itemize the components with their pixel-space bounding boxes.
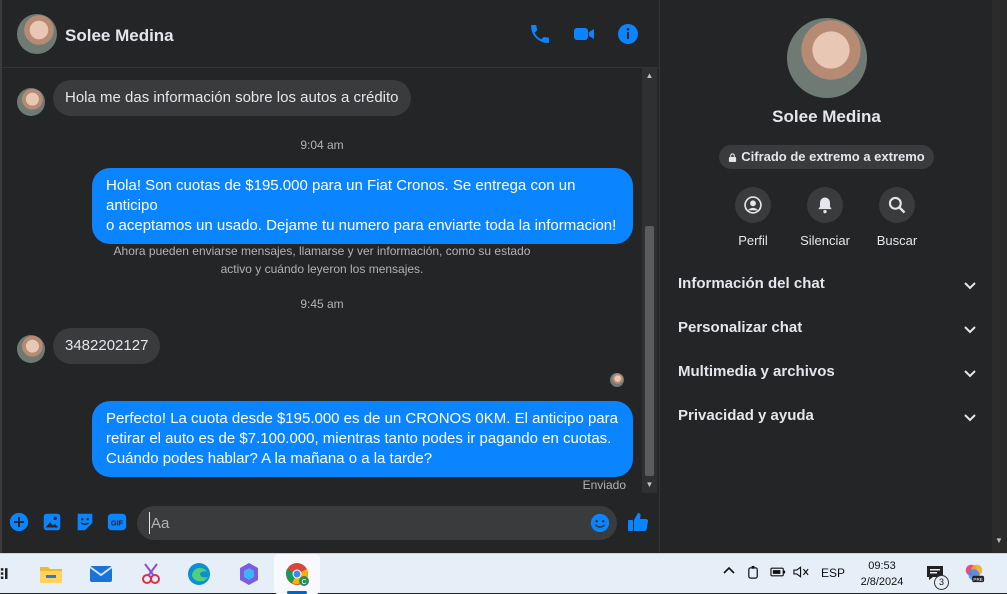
message-input[interactable] bbox=[149, 512, 579, 534]
mail-icon[interactable] bbox=[88, 561, 114, 587]
encryption-notice: Ahora pueden enviarse mensajes, llamarse… bbox=[102, 242, 542, 278]
scroll-up-icon[interactable]: ▲ bbox=[645, 71, 654, 80]
section-label: Personalizar chat bbox=[678, 319, 803, 336]
clock-time: 09:53 bbox=[868, 560, 896, 572]
window-scrollbar[interactable]: ▼ bbox=[992, 0, 1007, 553]
message-line: retirar el auto es de $7.100.000, mientr… bbox=[106, 430, 612, 447]
lock-icon bbox=[728, 146, 737, 162]
search-icon[interactable] bbox=[879, 187, 915, 223]
incoming-message[interactable]: Hola me das información sobre los autos … bbox=[53, 80, 411, 116]
message-list: Hola me das información sobre los autos … bbox=[2, 68, 642, 493]
outgoing-message[interactable]: Perfecto! La cuota desde $195.000 es de … bbox=[92, 401, 633, 477]
user-icon[interactable] bbox=[735, 187, 771, 223]
copilot-preview-icon[interactable]: PRE bbox=[963, 562, 985, 587]
section-label: Privacidad y ayuda bbox=[678, 407, 814, 424]
chat-pane: Solee Medina Hola me das información sob… bbox=[2, 0, 659, 553]
section-media-files[interactable]: Multimedia y archivos bbox=[678, 363, 978, 387]
message-avatar bbox=[17, 335, 45, 363]
messenger-window: Solee Medina Hola me das información sob… bbox=[0, 0, 1007, 553]
contact-avatar[interactable] bbox=[17, 14, 57, 54]
profile-name: Solee Medina bbox=[772, 107, 881, 126]
message-line: o aceptamos un usado. Dejame tu numero p… bbox=[106, 217, 617, 234]
info-icon[interactable] bbox=[616, 22, 640, 46]
search-label: Buscar bbox=[876, 233, 918, 248]
profile-avatar[interactable] bbox=[787, 18, 867, 98]
file-explorer-icon[interactable] bbox=[38, 561, 64, 587]
svg-text:PRE: PRE bbox=[973, 577, 982, 582]
incoming-message[interactable]: 3482202127 bbox=[53, 328, 161, 364]
section-privacy-help[interactable]: Privacidad y ayuda bbox=[678, 407, 978, 431]
bell-icon[interactable] bbox=[807, 187, 843, 223]
snipping-tool-icon[interactable] bbox=[138, 561, 164, 587]
mute-label: Silenciar bbox=[800, 233, 850, 248]
gif-icon[interactable]: GIF bbox=[106, 511, 128, 533]
timestamp: 9:45 am bbox=[300, 297, 344, 311]
edge-icon[interactable] bbox=[186, 561, 212, 587]
scroll-down-icon[interactable]: ▼ bbox=[645, 480, 654, 489]
sticker-icon[interactable] bbox=[74, 511, 96, 533]
message-line: Perfecto! La cuota desde $195.000 es de … bbox=[106, 410, 618, 427]
e2e-label: Cifrado de extremo a extremo bbox=[741, 149, 925, 164]
section-label: Multimedia y archivos bbox=[678, 363, 835, 380]
chat-header: Solee Medina bbox=[2, 0, 659, 68]
chat-info-pane: Solee Medina Cifrado de extremo a extrem… bbox=[659, 0, 992, 553]
timestamp: 9:04 am bbox=[300, 138, 344, 152]
volume-muted-icon[interactable] bbox=[793, 565, 810, 582]
thumbs-up-icon[interactable] bbox=[626, 510, 650, 534]
message-line: Hola! Son cuotas de $195.000 para un Fia… bbox=[106, 177, 576, 214]
clock-date: 2/8/2024 bbox=[860, 576, 904, 588]
emoji-icon[interactable] bbox=[589, 512, 611, 534]
plus-icon[interactable] bbox=[8, 511, 30, 533]
chat-scrollbar[interactable]: ▲ ▼ bbox=[642, 68, 657, 493]
composer: GIF bbox=[2, 493, 659, 553]
scroll-down-icon[interactable]: ▼ bbox=[995, 536, 1003, 545]
message-line: Cuándo podes hablar? A la mañana o a la … bbox=[106, 450, 433, 467]
chevron-up-icon[interactable] bbox=[722, 564, 736, 581]
section-customize-chat[interactable]: Personalizar chat bbox=[678, 319, 978, 343]
outgoing-message[interactable]: Hola! Son cuotas de $195.000 para un Fia… bbox=[92, 168, 633, 244]
notice-line: Ahora pueden enviarse mensajes, llamarse… bbox=[113, 244, 531, 258]
photo-icon[interactable] bbox=[41, 511, 63, 533]
profile-action[interactable]: Perfil bbox=[713, 187, 793, 248]
contact-name[interactable]: Solee Medina bbox=[65, 26, 174, 46]
svg-text:C: C bbox=[301, 579, 306, 586]
search-action[interactable]: Buscar bbox=[857, 187, 937, 248]
chevron-down-icon bbox=[962, 365, 978, 381]
language-indicator[interactable]: ESP bbox=[821, 566, 845, 580]
message-input-box[interactable] bbox=[137, 506, 617, 540]
e2e-badge[interactable]: Cifrado de extremo a extremo bbox=[719, 145, 934, 169]
chevron-down-icon bbox=[962, 277, 978, 293]
seen-avatar bbox=[610, 373, 624, 387]
section-chat-info[interactable]: Información del chat bbox=[678, 275, 978, 299]
profile-label: Perfil bbox=[738, 233, 768, 248]
scroll-thumb[interactable] bbox=[645, 226, 654, 476]
message-avatar bbox=[17, 88, 45, 116]
widgets-icon[interactable] bbox=[0, 565, 12, 591]
mute-action[interactable]: Silenciar bbox=[785, 187, 865, 248]
windows-taskbar: C ESP 09:53 2/8/2024 3 PRE bbox=[0, 553, 1007, 594]
notice-line: activo y cuándo leyeron los mensajes. bbox=[220, 262, 424, 276]
video-call-icon[interactable] bbox=[572, 22, 596, 46]
copilot-icon[interactable] bbox=[236, 561, 262, 587]
section-label: Información del chat bbox=[678, 275, 825, 292]
notification-badge: 3 bbox=[934, 575, 949, 590]
meet-now-icon[interactable] bbox=[746, 565, 761, 583]
chevron-down-icon bbox=[962, 321, 978, 337]
chevron-down-icon bbox=[962, 409, 978, 425]
chrome-icon[interactable]: C bbox=[284, 561, 310, 587]
phone-icon[interactable] bbox=[528, 22, 552, 46]
battery-icon[interactable] bbox=[770, 565, 787, 582]
sent-status: Enviado bbox=[582, 478, 626, 492]
svg-text:GIF: GIF bbox=[111, 519, 124, 528]
clock[interactable]: 09:53 2/8/2024 bbox=[850, 558, 914, 590]
